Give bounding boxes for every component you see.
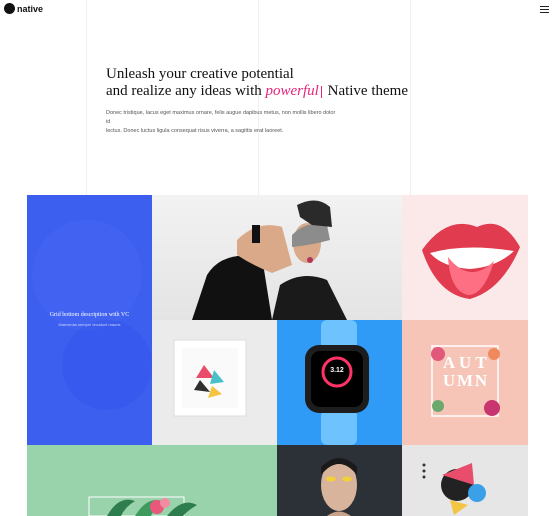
hero-heading-line2-post: Native theme: [323, 83, 408, 99]
grid-tile-tropical[interactable]: [27, 445, 277, 516]
autumn-letter: N: [474, 371, 488, 390]
autumn-letter: T: [475, 353, 487, 372]
grid-tile-frame-art[interactable]: [152, 320, 277, 445]
hero-accent-word: powerful: [265, 83, 319, 99]
blue-texture: [32, 220, 152, 410]
hero-heading-line2: and realize any ideas with powerful Nati…: [106, 83, 426, 100]
autumn-letter: M: [457, 371, 474, 390]
watch-value: 3.12: [330, 367, 344, 374]
grid-tile-woman-photo[interactable]: [152, 195, 402, 320]
hero-heading-line2-pre: and realize any ideas with: [106, 83, 266, 99]
hero-desc-line1: Donec tristique, lacus eget maximus orna…: [106, 110, 336, 125]
framed-art-image: [173, 339, 247, 417]
grid-tile-subtitle: Maecenas semper tincidunt mauris: [58, 322, 121, 327]
hamburger-menu-icon[interactable]: [540, 6, 549, 13]
site-header: native: [0, 0, 557, 22]
hero-heading-line1: Unleash your creative potential: [106, 66, 294, 82]
logo-link[interactable]: native: [4, 3, 43, 14]
logo-text: native: [17, 3, 44, 14]
grid-right-gap: [528, 195, 557, 516]
logo-mark-icon: [4, 3, 15, 14]
autumn-letter: A: [442, 353, 456, 372]
grid-tile-lips-photo[interactable]: [402, 195, 528, 320]
autumn-letters: A U T U M N: [440, 354, 490, 390]
grid-tile-portrait[interactable]: [277, 445, 402, 516]
autumn-letter: U: [458, 353, 472, 372]
hero-description: Donec tristique, lacus eget maximus orna…: [106, 109, 336, 136]
abstract-art-image: [422, 463, 486, 515]
hero-section: Unleash your creative potential and real…: [106, 66, 426, 136]
lips-image: [422, 223, 520, 299]
hero-desc-line2: lectus. Donec luctus ligula consequat ri…: [106, 128, 284, 134]
autumn-letter: U: [442, 371, 456, 390]
woman-with-mask-image: [192, 200, 347, 320]
tropical-leaves-image: [88, 496, 197, 516]
typing-cursor: [320, 85, 322, 98]
smartwatch-image: [305, 320, 369, 445]
grid-tile-blue[interactable]: Grid bottom description with VC Maecenas…: [27, 195, 152, 445]
grid-tile-title: Grid bottom description with VC: [49, 312, 130, 318]
grid-tile-watch[interactable]: 3.12: [277, 320, 402, 445]
portrait-image: [321, 458, 357, 516]
grid-tile-abstract-art[interactable]: [402, 445, 528, 516]
grid-tile-autumn[interactable]: A U T U M N: [402, 320, 528, 445]
grid-line: [86, 0, 87, 195]
